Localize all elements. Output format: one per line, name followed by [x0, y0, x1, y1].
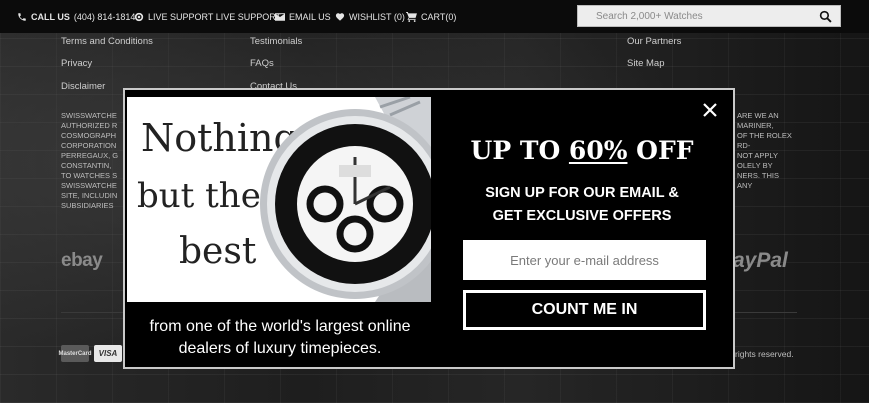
call-us-label: CALL US: [31, 11, 70, 22]
close-button[interactable]: [701, 101, 719, 119]
wishlist-label: WISHLIST (0): [349, 11, 405, 22]
cart-label: CART(0): [421, 11, 457, 22]
signup-popup: Nothing but the best from one of the wor…: [123, 88, 735, 369]
headline-prefix: UP TO: [470, 136, 569, 165]
search-button[interactable]: [810, 6, 840, 26]
visa-logo: VISA: [94, 345, 122, 362]
subheadline-line-2: GET EXCLUSIVE OFFERS: [492, 208, 672, 224]
watch-image: [260, 97, 431, 302]
email-input[interactable]: [463, 240, 706, 280]
disclaimer-line: MARINER,: [737, 121, 774, 130]
call-us-link[interactable]: CALL US (404) 814-1814: [17, 0, 135, 33]
search-icon: [819, 10, 832, 23]
disclaimer-line: SITE, INCLUDIN: [61, 191, 118, 200]
popup-caption: from one of the world's largest online d…: [149, 318, 411, 357]
search-input[interactable]: [578, 6, 810, 26]
disclaimer-text-right: ARE WE AN MARINER, OF THE ROLEX RD- NOT …: [737, 111, 792, 191]
footer-link-sitemap[interactable]: Site Map: [627, 58, 665, 69]
disclaimer-line: NERS. THIS: [737, 171, 779, 180]
footer-link-faqs[interactable]: FAQs: [250, 58, 274, 69]
promo-line-but-the: but the: [137, 176, 261, 216]
disclaimer-line: OLELY BY: [737, 161, 773, 170]
popup-headline: UP TO 60% OFF: [437, 136, 727, 165]
count-me-in-button[interactable]: COUNT ME IN: [463, 290, 706, 330]
headline-suffix: OFF: [627, 136, 694, 165]
envelope-icon: [275, 12, 285, 21]
disclaimer-line: SWISSWATCHE: [61, 111, 117, 120]
search-bar: [577, 5, 841, 27]
subheadline-line-1: SIGN UP FOR OUR EMAIL &: [485, 185, 679, 201]
email-us-label: EMAIL US: [289, 11, 331, 22]
cart-icon: [406, 11, 417, 22]
footer-link-partners[interactable]: Our Partners: [627, 36, 681, 47]
footer-link-terms[interactable]: Terms and Conditions: [61, 36, 153, 47]
top-bar: CALL US (404) 814-1814 LIVE SUPPORT LIVE…: [0, 0, 869, 33]
disclaimer-line: RD-: [737, 141, 751, 150]
phone-number: (404) 814-1814: [73, 11, 136, 22]
close-icon: [703, 103, 717, 117]
live-support-label: LIVE SUPPORT LIVE SUPPORT: [148, 11, 282, 22]
disclaimer-line: ARE WE AN: [737, 111, 779, 120]
footer-link-privacy[interactable]: Privacy: [61, 58, 92, 69]
wishlist-link[interactable]: WISHLIST (0): [335, 0, 405, 33]
disclaimer-line: SUBSIDIARIES: [61, 201, 114, 210]
disclaimer-line: NOT APPLY: [737, 151, 778, 160]
ebay-logo: ebay: [61, 250, 103, 271]
promo-line-best: best: [179, 231, 257, 272]
disclaimer-line: ANY: [737, 181, 753, 190]
support-icon: [134, 12, 144, 21]
footer-link-testimonials[interactable]: Testimonials: [250, 36, 302, 47]
disclaimer-line: OF THE ROLEX: [737, 131, 792, 140]
disclaimer-text-left: SWISSWATCHE AUTHORIZED R COSMOGRAPH CORP…: [61, 111, 118, 211]
cart-link[interactable]: CART(0): [406, 0, 456, 33]
email-us-link[interactable]: EMAIL US: [275, 0, 331, 33]
headline-percent: 60%: [568, 136, 628, 165]
paypal-logo: ayPal: [733, 249, 788, 272]
disclaimer-line: COSMOGRAPH: [61, 131, 117, 140]
footer-link-disclaimer[interactable]: Disclaimer: [61, 81, 105, 92]
disclaimer-line: CORPORATION: [61, 141, 117, 150]
disclaimer-line: CONSTANTIN,: [61, 161, 112, 170]
mastercard-logo: MasterCard: [59, 345, 92, 362]
popup-subheadline: SIGN UP FOR OUR EMAIL & GET EXCLUSIVE OF…: [437, 182, 727, 228]
heart-icon: [335, 13, 345, 21]
promo-image: Nothing but the best: [127, 97, 431, 302]
copyright-text: rights reserved.: [735, 349, 794, 359]
disclaimer-line: PERREGAUX, G: [61, 151, 119, 160]
disclaimer-line: TO WATCHES S: [61, 171, 118, 180]
disclaimer-line: SWISSWATCHE: [61, 181, 117, 190]
phone-icon: [18, 12, 26, 21]
live-support-link[interactable]: LIVE SUPPORT LIVE SUPPORT: [134, 0, 281, 33]
disclaimer-line: AUTHORIZED R: [61, 121, 118, 130]
